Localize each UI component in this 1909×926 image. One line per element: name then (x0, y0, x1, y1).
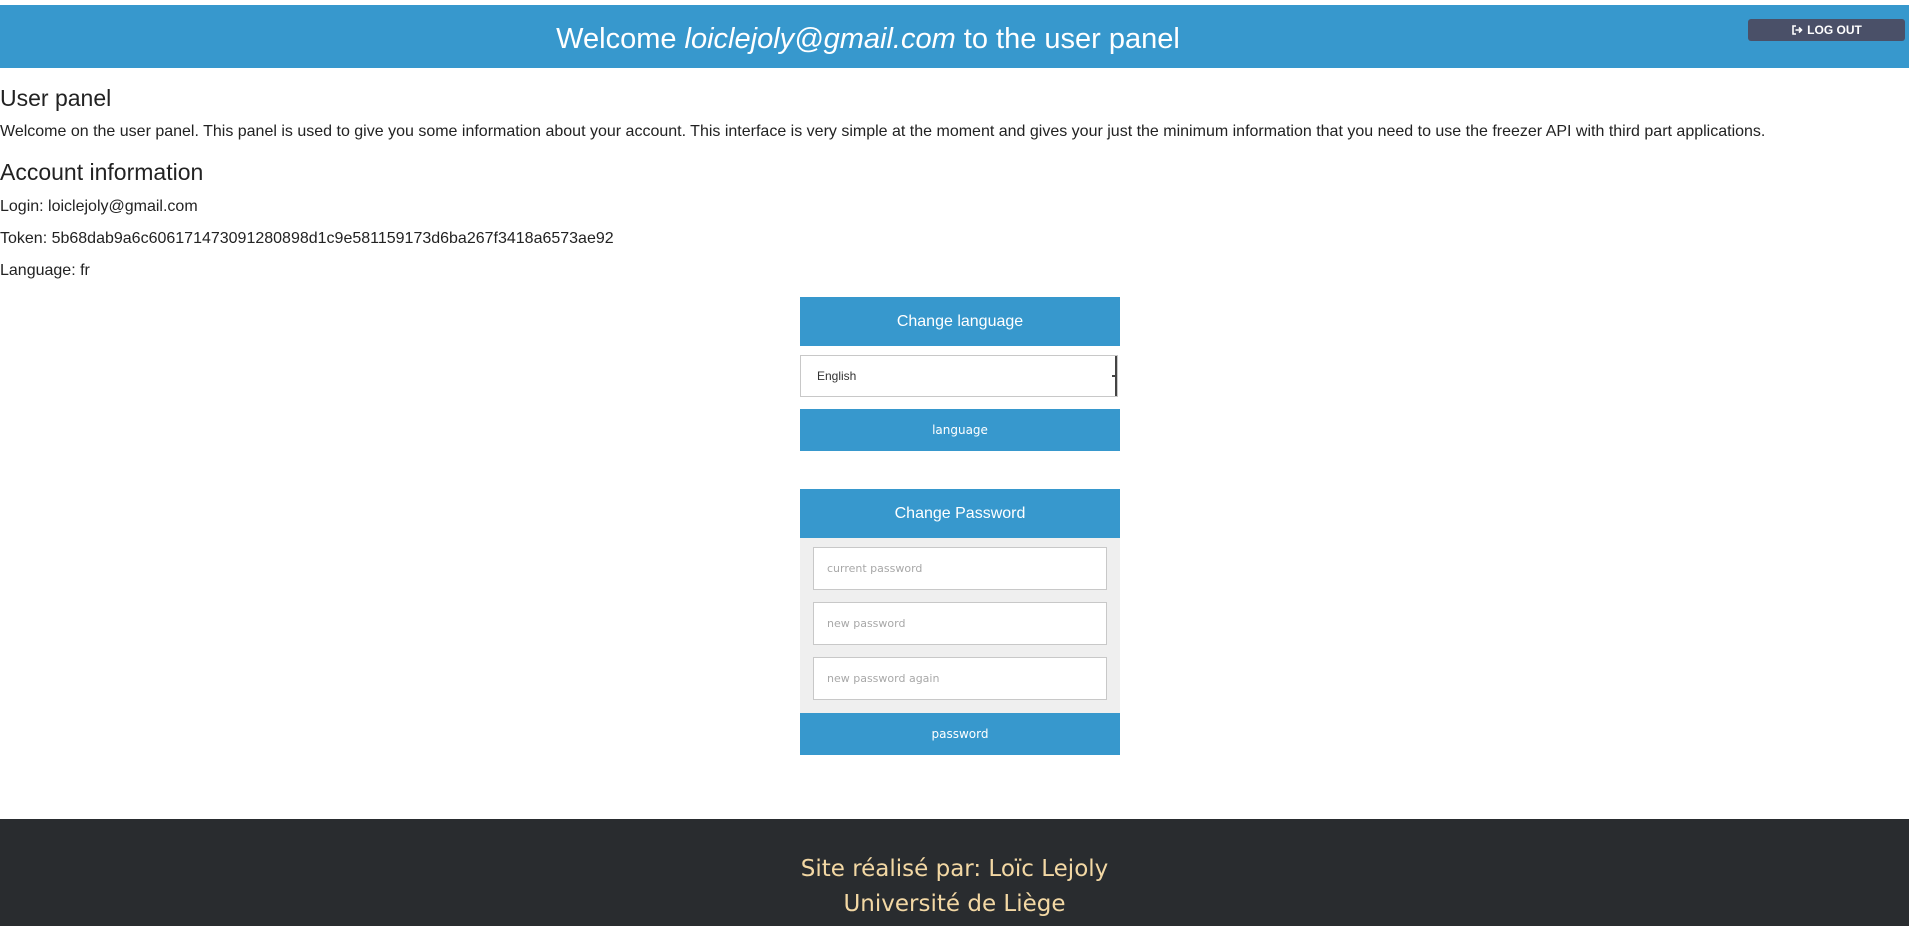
current-password-field[interactable] (813, 547, 1107, 590)
language-select[interactable]: English (800, 355, 1118, 397)
account-token: Token: 5b68dab9a6c606171473091280898d1c9… (0, 230, 614, 247)
account-info-heading: Account information (0, 159, 204, 185)
account-login: Login: loiclejoly@gmail.com (0, 198, 198, 215)
password-fields (800, 538, 1120, 713)
change-language-form: Change language English language (800, 297, 1120, 451)
change-password-heading: Change Password (800, 489, 1120, 538)
logout-label: LOG OUT (1807, 23, 1862, 37)
password-submit-button[interactable]: password (800, 713, 1120, 755)
change-language-heading: Change language (800, 297, 1120, 346)
footer-author: Site réalisé par: Loïc Lejoly (800, 856, 1109, 882)
language-select-value: English (817, 369, 857, 383)
page-header: Welcome loiclejoly@gmail.com to the user… (0, 5, 1909, 68)
sign-out-icon (1791, 24, 1803, 36)
footer-university: Université de Liège (843, 891, 1066, 917)
account-language: Language: fr (0, 262, 90, 279)
confirm-password-field[interactable] (813, 657, 1107, 700)
select-arrow-icon (1111, 356, 1117, 396)
user-panel-heading: User panel (0, 85, 112, 111)
language-submit-button[interactable]: language (800, 409, 1120, 451)
welcome-prefix: Welcome (556, 23, 685, 55)
new-password-field[interactable] (813, 602, 1107, 645)
user-email: loiclejoly@gmail.com (684, 23, 956, 55)
page-title: Welcome loiclejoly@gmail.com to the user… (0, 22, 1736, 56)
logout-button[interactable]: LOG OUT (1748, 19, 1905, 41)
user-panel-intro: Welcome on the user panel. This panel is… (0, 123, 1766, 140)
page-footer: Site réalisé par: Loïc Lejoly Université… (0, 819, 1909, 926)
change-password-form: Change Password password (800, 489, 1120, 755)
welcome-suffix: to the user panel (955, 23, 1180, 55)
